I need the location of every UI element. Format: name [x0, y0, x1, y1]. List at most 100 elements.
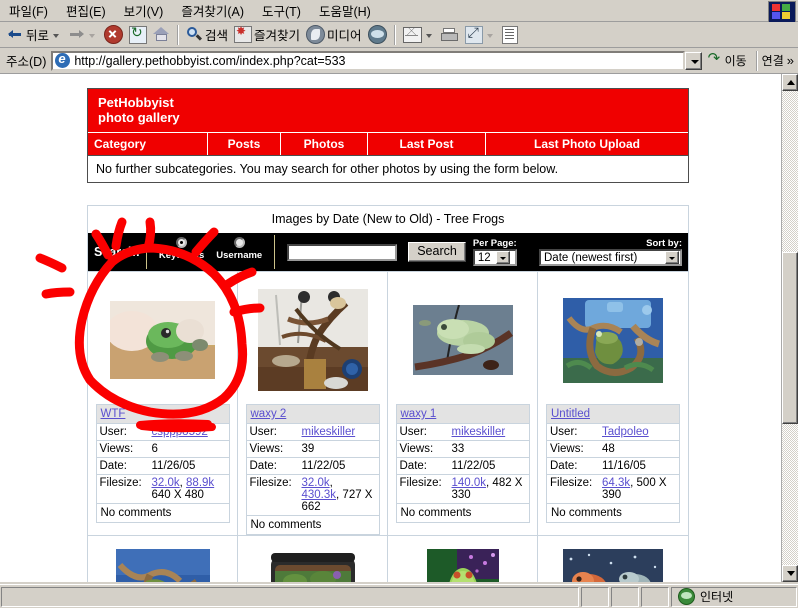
photo-title-link[interactable]: WTF — [101, 408, 126, 420]
status-bar: 인터넷 — [0, 584, 798, 608]
scroll-up-button[interactable] — [782, 74, 798, 91]
menu-item-file[interactable]: 파일(F) — [0, 0, 57, 22]
security-zone-panel[interactable]: 인터넷 — [671, 586, 797, 607]
back-button[interactable]: 뒤로 — [4, 23, 65, 47]
photo-thumbnail-row2-1[interactable] — [115, 549, 210, 582]
column-header-last-photo-upload[interactable]: Last Photo Upload — [486, 133, 688, 155]
label-filesize: Filesize: — [99, 477, 142, 489]
info-row-date: Date: 11/26/05 — [96, 458, 229, 475]
photo-title-link[interactable]: waxy 2 — [251, 408, 287, 420]
user-link[interactable]: Tadpoleo — [602, 426, 649, 438]
column-header-photos[interactable]: Photos — [281, 133, 368, 155]
chevron-down-icon[interactable] — [495, 251, 510, 264]
forward-button[interactable] — [65, 23, 101, 47]
vertical-scrollbar[interactable] — [781, 74, 798, 582]
per-page-select[interactable]: 12 — [472, 249, 517, 266]
print-button[interactable] — [438, 23, 462, 47]
double-chevron-icon[interactable]: » — [784, 53, 794, 68]
favorites-button-label: 즐겨찾기 — [254, 29, 301, 43]
menu-item-tools[interactable]: 도구(T) — [253, 0, 310, 22]
photo-thumbnail-row2-2[interactable] — [264, 549, 361, 582]
photo-card-partial[interactable] — [88, 536, 238, 582]
info-row-user: User: Tadpoleo — [547, 424, 679, 441]
photo-card-partial[interactable] — [238, 536, 388, 582]
media-button[interactable]: 미디어 — [303, 23, 365, 47]
address-dropdown-button[interactable] — [684, 51, 702, 70]
filesize-small-link[interactable]: 32.0k — [302, 477, 330, 489]
site-title-line1: PetHobbyist — [98, 95, 174, 110]
menu-item-favorites[interactable]: 즐겨찾기(A) — [172, 0, 253, 22]
history-button[interactable] — [365, 23, 390, 47]
refresh-button[interactable] — [126, 23, 150, 47]
go-arrow-icon — [708, 49, 723, 68]
user-link[interactable]: mikeskiller — [302, 426, 356, 438]
column-header-category[interactable]: Category — [88, 133, 208, 155]
thumbnail-wrapper[interactable] — [388, 276, 537, 404]
label-date: Date: — [99, 460, 128, 472]
gallery-search-bar: Search: Keywords Username Search Per Pag… — [88, 233, 688, 271]
search-button[interactable]: 검색 — [183, 23, 231, 47]
favorites-button[interactable]: 즐겨찾기 — [231, 23, 303, 47]
user-link[interactable]: mikeskiller — [452, 426, 506, 438]
value-date: 11/16/05 — [602, 460, 646, 472]
mail-icon — [402, 26, 422, 43]
chevron-down-icon[interactable] — [665, 251, 679, 264]
address-input[interactable]: http://gallery.pethobbyist.com/index.php… — [51, 50, 685, 71]
go-button[interactable]: 이동 — [703, 49, 752, 69]
radio-keywords[interactable]: Keywords — [153, 235, 210, 261]
radio-username-input[interactable] — [233, 237, 245, 248]
photo-title-link[interactable]: Untitled — [551, 408, 590, 420]
photo-card-partial[interactable] — [538, 536, 689, 582]
value-date: 11/22/05 — [301, 460, 346, 472]
filesize-small-link[interactable]: 32.0k — [152, 477, 180, 489]
photo-title-row: waxy 2 — [246, 405, 379, 424]
photo-thumbnail-row2-4[interactable] — [563, 549, 663, 582]
search-label: Search: — [94, 245, 140, 259]
edit-button[interactable] — [462, 23, 499, 47]
home-button[interactable] — [150, 23, 173, 47]
menu-item-view[interactable]: 보기(V) — [115, 0, 173, 22]
photo-thumbnail-waxy-2[interactable] — [257, 289, 368, 391]
chevron-down-icon[interactable] — [53, 33, 60, 38]
label-filesize: Filesize: — [550, 477, 593, 489]
site-title-line2: photo gallery — [98, 110, 180, 125]
info-row-filesize: Filesize: 140.0k, 482 X 330 — [396, 475, 529, 504]
filesize-small-link[interactable]: 64.3k — [602, 477, 630, 489]
per-page-control: Per Page: 12 — [472, 238, 517, 266]
filesize-large-link[interactable]: 430.3k — [302, 489, 337, 501]
radio-keywords-input[interactable] — [176, 237, 188, 248]
filesize-large-link[interactable]: 88.9k — [186, 477, 214, 489]
mail-button[interactable] — [400, 23, 438, 47]
info-row-user: User: csppp8592 — [96, 424, 229, 441]
thumbnail-wrapper[interactable] — [538, 276, 688, 404]
thumbnail-wrapper[interactable] — [88, 276, 237, 404]
photo-thumbnail-untitled[interactable] — [563, 297, 663, 383]
search-submit-button[interactable]: Search — [408, 242, 466, 262]
radio-username[interactable]: Username — [210, 235, 268, 261]
scrollbar-thumb[interactable] — [782, 252, 798, 424]
label-filesize: Filesize: — [249, 477, 292, 489]
filesize-small-link[interactable]: 140.0k — [452, 477, 487, 489]
photo-thumbnail-row2-3[interactable] — [426, 549, 499, 582]
thumbnail-wrapper[interactable] — [238, 276, 387, 404]
photo-thumbnail-waxy-1[interactable] — [412, 305, 513, 375]
menu-item-edit[interactable]: 편집(E) — [57, 0, 115, 22]
scroll-down-button[interactable] — [782, 565, 798, 582]
search-query-input[interactable] — [287, 243, 398, 261]
user-link[interactable]: csppp8592 — [152, 426, 208, 438]
photo-card-partial[interactable] — [388, 536, 538, 582]
column-header-last-post[interactable]: Last Post — [368, 133, 486, 155]
label-user: User: — [550, 426, 578, 438]
links-button[interactable]: 연결 » — [762, 52, 796, 69]
stop-button[interactable] — [101, 23, 126, 47]
photo-thumbnail-wtf[interactable] — [110, 301, 215, 379]
photo-title-link[interactable]: waxy 1 — [401, 408, 437, 420]
address-separator — [755, 50, 758, 71]
discuss-button[interactable] — [499, 23, 521, 47]
chevron-down-icon[interactable] — [425, 33, 432, 38]
menu-item-help[interactable]: 도움말(H) — [310, 0, 380, 22]
column-header-posts[interactable]: Posts — [208, 133, 281, 155]
sort-by-select[interactable]: Date (newest first) — [539, 249, 682, 266]
value-filesize: 140.0k, 482 X 330 — [451, 477, 523, 501]
label-user: User: — [399, 426, 427, 438]
